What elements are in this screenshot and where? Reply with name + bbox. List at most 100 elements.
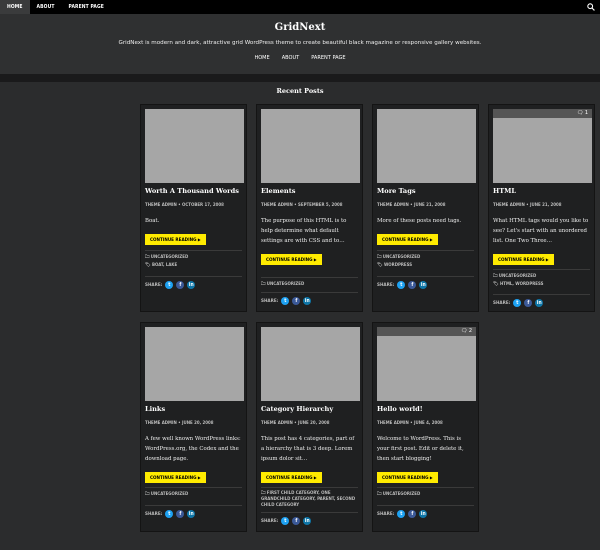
post-meta: THEME ADMIN • OCTOBER 17, 2008 [145,203,224,208]
search-icon[interactable] [587,3,595,11]
folder-icon: 🗀 [261,282,266,287]
post-categories[interactable]: 🗀 UNCATEGORIZED [145,488,242,499]
post-title[interactable]: Links [145,405,242,413]
linkedin-icon[interactable]: in [303,297,312,305]
comment-count-value: 2 [468,328,472,334]
linkedin-icon[interactable]: in [303,517,312,525]
share-bar: SHARE: t f in [145,506,242,518]
post-card: 🗨 2 Hello world! THEME ADMIN • JUNE 4, 2… [372,322,479,532]
folder-icon: 🗀 [145,255,150,260]
linkedin-icon[interactable]: in [187,510,196,518]
share-label: SHARE: [261,518,279,524]
post-tags[interactable]: 🏷 BOAT, LAKE [145,262,242,270]
twitter-icon[interactable]: t [281,517,290,525]
tag-icon: 🏷 [493,282,499,287]
comment-icon: 🗨 [576,110,584,116]
twitter-icon[interactable]: t [397,281,406,289]
post-categories-text: UNCATEGORIZED [150,492,189,497]
topnav-parent-page[interactable]: PARENT PAGE [62,0,111,14]
post-thumbnail[interactable] [145,109,244,183]
twitter-icon[interactable]: t [513,299,522,307]
post-tags[interactable]: 🏷 HTML, WORDPRESS [493,281,590,289]
post-title[interactable]: More Tags [377,187,474,195]
share-label: SHARE: [145,511,163,517]
mainnav-home[interactable]: HOME [254,55,269,61]
continue-reading-label: CONTINUE READING [382,476,429,481]
twitter-icon[interactable]: t [281,297,290,305]
post-categories[interactable]: 🗀 UNCATEGORIZED [493,270,590,281]
post-thumbnail[interactable] [493,109,592,183]
post-categories[interactable]: 🗀 UNCATEGORIZED [377,488,474,499]
share-bar: SHARE: t f in [377,277,474,289]
continue-reading-label: CONTINUE READING [150,476,197,481]
facebook-icon[interactable]: f [408,281,417,289]
continue-reading-button[interactable]: CONTINUE READING ▶ [261,472,322,483]
twitter-icon[interactable]: t [397,510,406,518]
comment-count[interactable]: 🗨 2 [461,328,472,334]
topnav-about[interactable]: ABOUT [30,0,62,14]
continue-reading-label: CONTINUE READING [498,258,545,263]
comment-count[interactable]: 🗨 1 [577,110,588,116]
linkedin-icon[interactable]: in [187,281,196,289]
mainnav-about[interactable]: ABOUT [282,55,300,61]
post-card: Worth A Thousand Words THEME ADMIN • OCT… [140,104,247,312]
facebook-icon[interactable]: f [292,517,301,525]
continue-reading-button[interactable]: CONTINUE READING ▶ [145,234,206,245]
folder-icon: 🗀 [377,492,382,497]
continue-reading-button[interactable]: CONTINUE READING ▶ [145,472,206,483]
post-excerpt: More of these posts need tags. [377,218,462,224]
post-title[interactable]: Worth A Thousand Words [145,187,242,195]
folder-icon: 🗀 [493,274,498,279]
post-title[interactable]: HTML [493,187,590,195]
continue-reading-button[interactable]: CONTINUE READING ▶ [493,254,554,265]
topnav-home[interactable]: HOME [0,0,30,14]
post-title[interactable]: Elements [261,187,358,195]
post-thumbnail[interactable] [261,109,360,183]
twitter-icon[interactable]: t [165,281,174,289]
post-categories-text: UNCATEGORIZED [150,255,189,260]
share-bar: SHARE: t f in [493,295,590,307]
post-card: Links THEME ADMIN • JUNE 20, 2008 A few … [140,322,247,532]
facebook-icon[interactable]: f [176,510,185,518]
post-card: Elements THEME ADMIN • SEPTEMBER 5, 2008… [256,104,363,312]
post-thumbnail[interactable] [145,327,244,401]
post-categories[interactable]: 🗀 UNCATEGORIZED [145,251,242,262]
share-bar: SHARE: t f in [145,277,242,289]
linkedin-icon[interactable]: in [419,510,428,518]
post-title[interactable]: Hello world! [377,405,474,413]
share-label: SHARE: [493,300,511,306]
linkedin-icon[interactable]: in [535,299,544,307]
top-nav: HOME ABOUT PARENT PAGE [0,0,600,14]
arrow-right-icon: ▶ [545,257,549,262]
site-title[interactable]: GridNext [0,22,600,33]
mainnav-parent-page[interactable]: PARENT PAGE [311,55,345,61]
facebook-icon[interactable]: f [408,510,417,518]
arrow-right-icon: ▶ [313,475,317,480]
continue-reading-button[interactable]: CONTINUE READING ▶ [377,234,438,245]
twitter-icon[interactable]: t [165,510,174,518]
post-categories-text: UNCATEGORIZED [498,274,537,279]
folder-icon: 🗀 [261,491,266,496]
tag-icon: 🏷 [145,263,151,268]
post-meta: THEME ADMIN • SEPTEMBER 5, 2008 [261,203,343,208]
post-meta: THEME ADMIN • JUNE 4, 2008 [377,421,443,426]
arrow-right-icon: ▶ [197,475,201,480]
continue-reading-button[interactable]: CONTINUE READING ▶ [261,254,322,265]
post-thumbnail[interactable] [261,327,360,401]
post-categories[interactable]: 🗀 FIRST CHILD CATEGORY, ONE GRANDCHILD C… [261,488,358,509]
post-thumbnail[interactable] [377,327,476,401]
arrow-right-icon: ▶ [429,475,433,480]
linkedin-icon[interactable]: in [419,281,428,289]
post-tags[interactable]: 🏷 WORDPRESS [377,262,474,270]
facebook-icon[interactable]: f [524,299,533,307]
post-tags-text: BOAT, LAKE [151,263,178,268]
post-categories[interactable]: 🗀 UNCATEGORIZED [377,251,474,262]
facebook-icon[interactable]: f [292,297,301,305]
post-card: 🗨 1 HTML THEME ADMIN • JUNE 21, 2008 Wha… [488,104,595,312]
post-categories[interactable]: 🗀 UNCATEGORIZED [261,278,358,289]
continue-reading-button[interactable]: CONTINUE READING ▶ [377,472,438,483]
facebook-icon[interactable]: f [176,281,185,289]
post-thumbnail[interactable] [377,109,476,183]
main-nav: HOME ABOUT PARENT PAGE [0,55,600,61]
post-title[interactable]: Category Hierarchy [261,405,358,413]
